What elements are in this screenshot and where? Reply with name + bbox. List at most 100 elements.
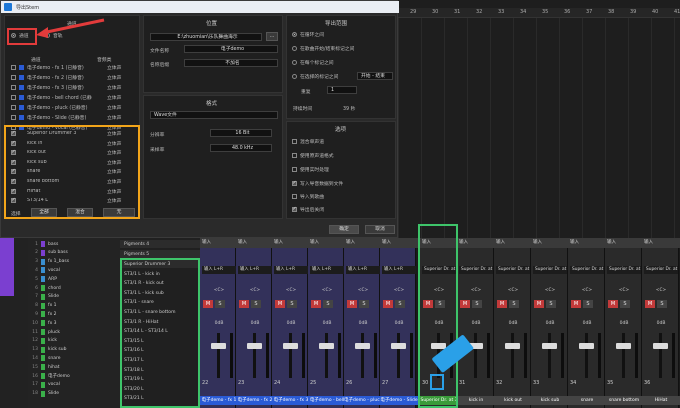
checkbox-icon[interactable]	[11, 95, 16, 100]
checkbox-icon[interactable]	[11, 115, 16, 120]
strip-input-header[interactable]: 输入	[380, 238, 418, 248]
channel-list-item[interactable]: 9 fx 2	[28, 310, 120, 318]
strip-input-select[interactable]: Superior Dr. at 3	[607, 266, 641, 274]
browse-button[interactable]: ...	[266, 32, 278, 41]
opt-close-after[interactable]: ✓ 导出后关闭	[292, 206, 324, 213]
channel-list-item[interactable]: 16 电子demo	[28, 372, 120, 380]
pan-knob[interactable]: <C>	[280, 288, 302, 294]
solo-button[interactable]: S	[620, 300, 630, 308]
strip-input-header[interactable]: 输入	[494, 238, 532, 248]
filetype-select[interactable]: Wave文件	[150, 111, 278, 119]
fader-knob[interactable]	[616, 343, 631, 349]
channel-list-item[interactable]: 14 snare	[28, 354, 120, 362]
track-row[interactable]: 电子demo - pluck (已静音) 立体声	[11, 104, 137, 111]
channel-list-item[interactable]: 7 Slide	[28, 293, 120, 301]
fader-track[interactable]	[217, 333, 220, 378]
strip-input-select[interactable]: 输入 L+R	[346, 266, 380, 274]
strip-input-select[interactable]: Superior Dr. at 3	[459, 266, 493, 274]
pan-knob[interactable]: <C>	[650, 288, 672, 294]
channel-list-item[interactable]: 18 Slide	[28, 390, 120, 398]
channel-list-item[interactable]: 8 fx 1	[28, 302, 120, 310]
fader-knob[interactable]	[319, 343, 334, 349]
mute-button[interactable]: M	[497, 300, 507, 308]
strip-input-select[interactable]: Superior Dr. at 3	[496, 266, 530, 274]
fader-track[interactable]	[289, 333, 292, 378]
filename-field[interactable]: 电子demo	[184, 45, 278, 53]
mute-button[interactable]: M	[645, 300, 655, 308]
channel-list-item[interactable]: 3 fx 1_bass	[28, 258, 120, 266]
strip-input-header[interactable]: 输入	[568, 238, 606, 248]
range-loop[interactable]: 在循环之间	[292, 31, 324, 38]
mute-button[interactable]: M	[571, 300, 581, 308]
track-row[interactable]: 电子demo - bell chord (已静 立体声	[11, 94, 137, 101]
mute-button[interactable]: M	[534, 300, 544, 308]
strip-input-select[interactable]: 输入 L+R	[202, 266, 236, 274]
checkbox-icon[interactable]	[11, 75, 16, 80]
channel-list-item[interactable]: 17 vocal	[28, 381, 120, 389]
mute-button[interactable]: M	[203, 300, 213, 308]
strip-input-header[interactable]: 输入	[457, 238, 495, 248]
mute-button[interactable]: M	[347, 300, 357, 308]
fader-track[interactable]	[397, 333, 400, 378]
samplerate-select[interactable]: 48.0 kHz	[210, 144, 272, 152]
solo-button[interactable]: S	[472, 300, 482, 308]
strip-input-header[interactable]: 输入	[605, 238, 643, 248]
timeline-ruler[interactable]: 29 30 31 32 33 34 35 36 37 38 39 40 41	[398, 8, 680, 18]
track-row[interactable]: 电子demo - fx 2 (已静音) 立体声	[11, 74, 137, 81]
path-field[interactable]: E:\zhuomian\乐队舞曲海示	[150, 33, 262, 41]
fader-track[interactable]	[361, 333, 364, 378]
strip-input-header[interactable]: 输入	[531, 238, 569, 248]
mute-button[interactable]: M	[383, 300, 393, 308]
channel-list-item[interactable]: 2 sub bass	[28, 249, 120, 257]
fader-knob[interactable]	[283, 343, 298, 349]
checkbox-icon[interactable]	[11, 65, 16, 70]
fader-track[interactable]	[325, 333, 328, 378]
fader-knob[interactable]	[653, 343, 668, 349]
pan-knob[interactable]: <C>	[316, 288, 338, 294]
channel-list-item[interactable]: 12 kick	[28, 337, 120, 345]
mute-button[interactable]: M	[311, 300, 321, 308]
mute-button[interactable]: M	[608, 300, 618, 308]
opt-mono[interactable]: 混合单声道	[292, 138, 324, 145]
fader-knob[interactable]	[505, 343, 520, 349]
strip-input-header[interactable]: 输入	[272, 238, 310, 248]
solo-button[interactable]: S	[395, 300, 405, 308]
opt-realtime[interactable]: 使用实时处理	[292, 166, 329, 173]
solo-button[interactable]: S	[287, 300, 297, 308]
fader-track[interactable]	[659, 333, 662, 378]
solo-button[interactable]: S	[323, 300, 333, 308]
vlist-header-pigments4[interactable]: Pigments 4	[120, 240, 200, 248]
strip-input-header[interactable]: 输入	[236, 238, 274, 248]
strip-input-select[interactable]: 输入 L+R	[238, 266, 272, 274]
channel-list-item[interactable]: 5 ARP	[28, 275, 120, 283]
pan-knob[interactable]: <C>	[465, 288, 487, 294]
fader-knob[interactable]	[247, 343, 262, 349]
fader-knob[interactable]	[579, 343, 594, 349]
fader-track[interactable]	[253, 333, 256, 378]
fader-knob[interactable]	[542, 343, 557, 349]
range-selected-markers[interactable]: 在选择的标记之间	[292, 73, 338, 80]
cancel-button[interactable]: 取消	[365, 225, 395, 234]
fader-track[interactable]	[585, 333, 588, 378]
solo-button[interactable]: S	[657, 300, 667, 308]
strip-input-select[interactable]: Superior Dr. at 3	[570, 266, 604, 274]
channel-list-item[interactable]: 13 kick sub	[28, 346, 120, 354]
range-each-marker[interactable]: 在每个标记之间	[292, 59, 334, 66]
bitdepth-select[interactable]: 16 Bit	[210, 129, 272, 137]
solo-button[interactable]: S	[359, 300, 369, 308]
channel-list-item[interactable]: 11 pluck	[28, 328, 120, 336]
fader-track[interactable]	[474, 333, 477, 378]
checkbox-icon[interactable]	[11, 105, 16, 110]
fader-track[interactable]	[511, 333, 514, 378]
checkbox-icon[interactable]	[11, 85, 16, 90]
opt-write-tempo[interactable]: ✓ 写入导音数据到文件	[292, 180, 343, 187]
pan-knob[interactable]: <C>	[613, 288, 635, 294]
fader-knob[interactable]	[211, 343, 226, 349]
strip-input-header[interactable]: 输入	[344, 238, 382, 248]
fader-track[interactable]	[548, 333, 551, 378]
range-song[interactable]: 在歌曲开始/结束标记之间	[292, 45, 354, 52]
channel-list-item[interactable]: 4 vocal	[28, 266, 120, 274]
track-row[interactable]: 电子demo - Slide (已静音) 立体声	[11, 114, 137, 121]
pan-knob[interactable]: <C>	[208, 288, 230, 294]
opt-import[interactable]: 导入到歌曲	[292, 193, 324, 200]
